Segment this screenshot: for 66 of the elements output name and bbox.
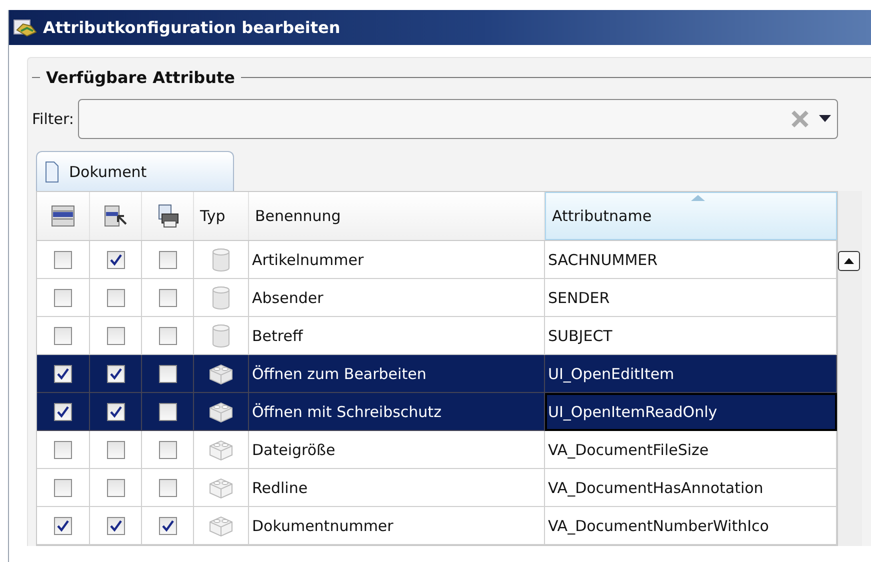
checkbox[interactable] xyxy=(106,326,124,344)
checkbox[interactable] xyxy=(106,288,124,306)
cylinder-icon xyxy=(212,248,230,272)
block-icon xyxy=(208,514,234,538)
dropdown-arrow-icon[interactable] xyxy=(818,115,831,123)
checkbox[interactable] xyxy=(54,402,72,420)
checkbox[interactable] xyxy=(158,250,176,268)
table-cell-text: SENDER xyxy=(547,288,610,306)
up-arrow-icon xyxy=(844,258,854,264)
checkbox[interactable] xyxy=(106,250,124,268)
column-header[interactable]: Benennung xyxy=(255,207,341,225)
column-header[interactable]: Attributname xyxy=(552,207,652,225)
checkbox[interactable] xyxy=(54,478,72,496)
checkbox[interactable] xyxy=(158,440,176,458)
document-tab[interactable]: Dokument xyxy=(36,151,234,191)
checkbox[interactable] xyxy=(106,364,124,382)
checkbox[interactable] xyxy=(54,364,72,382)
checkbox[interactable] xyxy=(106,402,124,420)
checkbox[interactable] xyxy=(54,288,72,306)
sort-arrow-icon xyxy=(691,195,705,201)
group-title: Verfügbare Attribute xyxy=(46,68,236,87)
table-cell-text: Öffnen zum Bearbeiten xyxy=(251,364,426,382)
clear-icon[interactable] xyxy=(790,110,809,128)
block-icon xyxy=(208,476,234,500)
checkbox[interactable] xyxy=(158,478,176,496)
block-icon xyxy=(208,400,234,424)
checkbox[interactable] xyxy=(158,402,176,420)
column-header[interactable]: Typ xyxy=(200,207,226,225)
window-icon xyxy=(13,18,37,38)
checkbox[interactable] xyxy=(158,288,176,306)
checkbox[interactable] xyxy=(54,326,72,344)
scroll-up-button[interactable] xyxy=(838,251,860,271)
checkbox[interactable] xyxy=(106,440,124,458)
checkbox[interactable] xyxy=(54,250,72,268)
cylinder-icon xyxy=(212,286,230,310)
checkbox[interactable] xyxy=(158,364,176,382)
table-cell-text: Absender xyxy=(251,288,324,306)
block-icon xyxy=(208,362,234,386)
filter-field[interactable] xyxy=(78,99,838,139)
table-cell-text: VA_DocumentNumberWithIco xyxy=(547,516,769,534)
table-cell-text: UI_OpenEditItem xyxy=(547,364,674,382)
rows-icon xyxy=(51,204,75,228)
page-icon xyxy=(45,160,59,182)
table-cell-text: VA_DocumentFileSize xyxy=(547,440,709,458)
checkbox[interactable] xyxy=(158,516,176,534)
table-cell-text: SACHNUMMER xyxy=(547,250,658,268)
table-cell-text: Dokumentnummer xyxy=(251,516,394,534)
block-icon xyxy=(208,438,234,462)
printer-icon xyxy=(156,204,180,228)
checkbox[interactable] xyxy=(158,326,176,344)
table-cell-text: Dateigröße xyxy=(251,440,336,458)
checkbox[interactable] xyxy=(106,516,124,534)
table-cell-text: UI_OpenItemReadOnly xyxy=(547,402,718,420)
table-cell-text: Redline xyxy=(251,478,308,496)
checkbox[interactable] xyxy=(54,440,72,458)
checkbox[interactable] xyxy=(54,516,72,534)
table-cell-text: Betreff xyxy=(251,326,303,344)
cylinder-icon xyxy=(212,324,230,348)
table-cell-text: Öffnen mit Schreibschutz xyxy=(251,402,442,420)
table-cell-text: VA_DocumentHasAnnotation xyxy=(547,478,764,496)
table-cell-text: SUBJECT xyxy=(547,326,612,344)
table-cell-text: Artikelnummer xyxy=(251,250,364,268)
select-rows-icon xyxy=(104,204,128,228)
window-title: Attributkonfiguration bearbeiten xyxy=(43,18,340,37)
filter-label: Filter: xyxy=(32,110,74,128)
checkbox[interactable] xyxy=(106,478,124,496)
